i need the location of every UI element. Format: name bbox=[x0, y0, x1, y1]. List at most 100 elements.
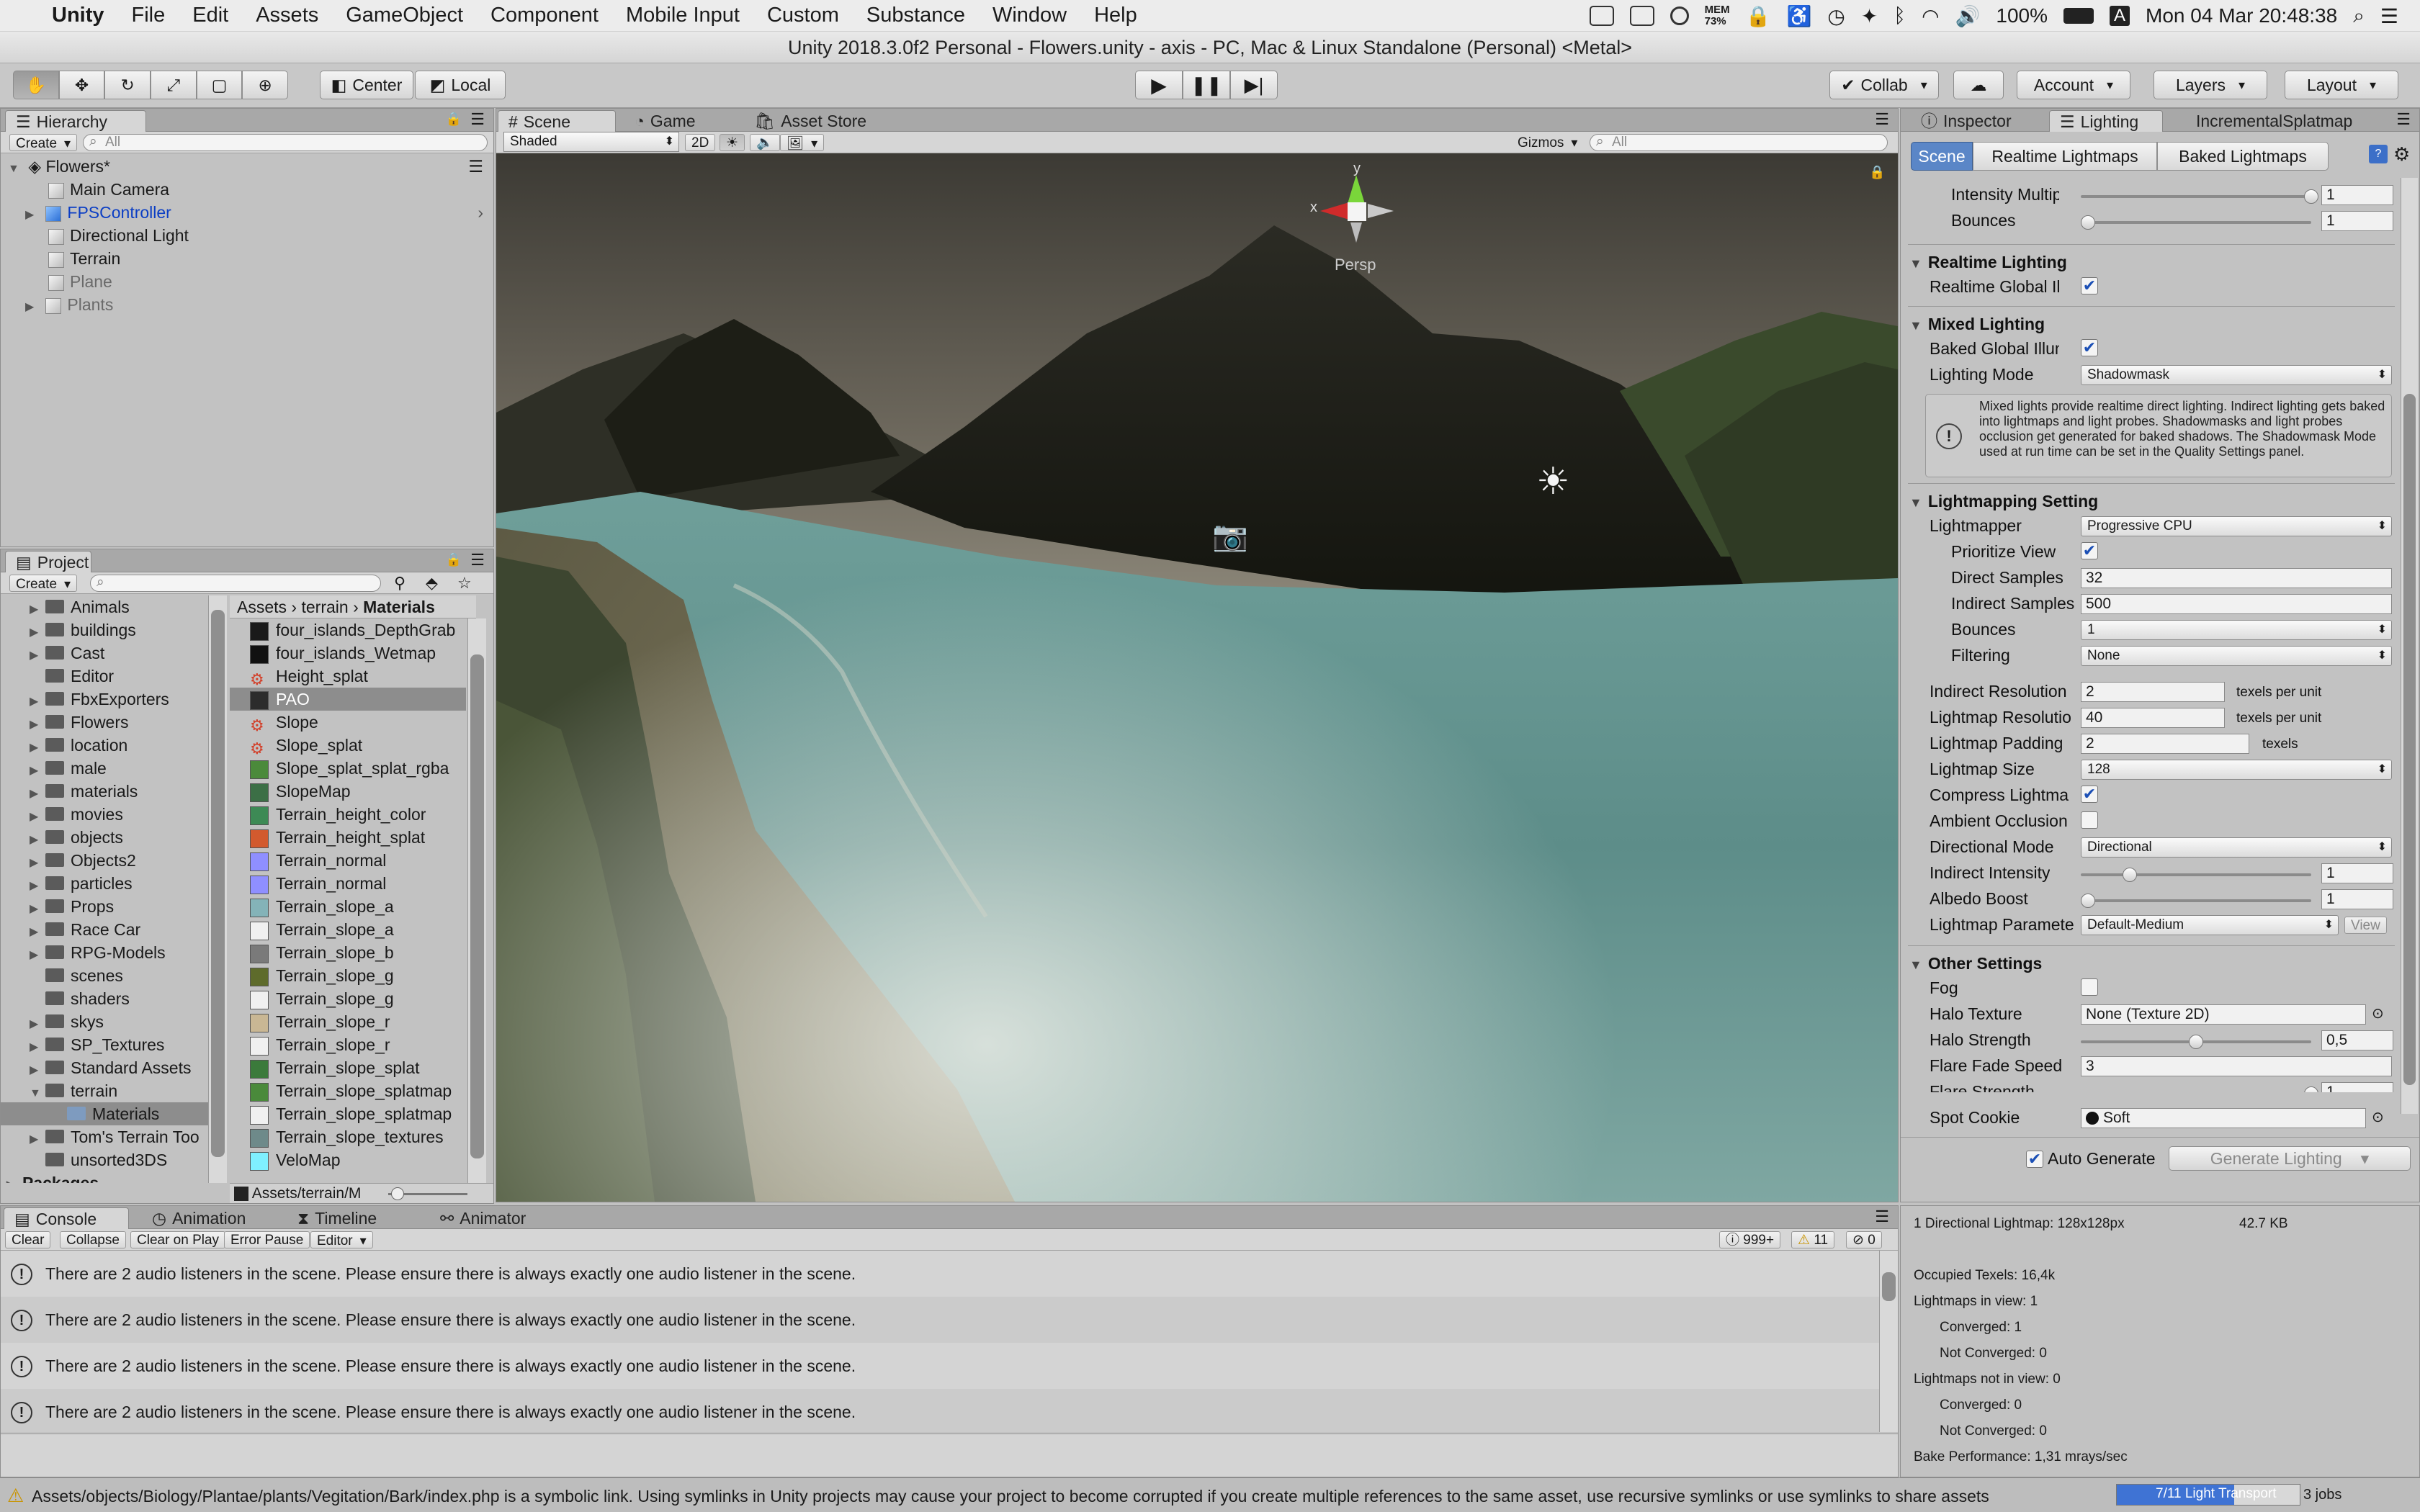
lock-icon[interactable]: 🔒 bbox=[1746, 4, 1771, 28]
filtering-dropdown[interactable]: None bbox=[2081, 646, 2392, 666]
realtime-gi-checkbox[interactable]: ✔ bbox=[2081, 277, 2098, 294]
panel-menu-icon[interactable]: ☰ bbox=[1875, 1207, 1889, 1226]
chevron-right-icon[interactable]: ▶ bbox=[6, 1174, 22, 1183]
axis-z-cone-icon[interactable] bbox=[1368, 204, 1394, 218]
menu-gameobject[interactable]: GameObject bbox=[332, 4, 477, 27]
bluetooth-icon[interactable]: ᛒ bbox=[1894, 4, 1906, 27]
asset-item[interactable]: Terrain_slope_g bbox=[230, 987, 466, 1010]
bounces-dropdown[interactable]: 1 bbox=[2081, 620, 2392, 640]
2d-toggle[interactable]: 2D bbox=[685, 134, 716, 151]
lightmapping-settings-header[interactable]: Lightmapping Setting bbox=[1909, 492, 2098, 511]
asset-item[interactable]: Terrain_slope_b bbox=[230, 941, 466, 964]
thumbnail-size-slider[interactable] bbox=[388, 1187, 467, 1200]
folder-item[interactable]: ▶ particles bbox=[1, 872, 210, 895]
mixed-lighting-header[interactable]: Mixed Lighting bbox=[1909, 315, 2045, 334]
slider-knob[interactable] bbox=[2123, 868, 2137, 882]
folder-item[interactable]: ▶ materials bbox=[1, 780, 210, 803]
console-error-pause-button[interactable]: Error Pause bbox=[224, 1231, 310, 1248]
asset-item[interactable]: VeloMap bbox=[230, 1148, 466, 1171]
axis-x-cone-icon[interactable] bbox=[1320, 202, 1349, 220]
cloud-button[interactable]: ☁ bbox=[1953, 71, 2004, 99]
menu-custom[interactable]: Custom bbox=[753, 4, 853, 27]
volume-icon[interactable]: 🔊 bbox=[1955, 4, 1981, 28]
folder-item[interactable]: ▶ Tom's Terrain Too bbox=[1, 1125, 210, 1148]
asset-item[interactable]: Slope_splat_splat_rgba bbox=[230, 757, 466, 780]
lightmap-resolution-field[interactable]: 40 bbox=[2081, 708, 2225, 728]
flare-strength-field[interactable]: 1 bbox=[2321, 1082, 2393, 1092]
battery-icon[interactable] bbox=[2063, 8, 2094, 24]
scale-tool-button[interactable]: ⤢ bbox=[151, 71, 197, 99]
project-create-button[interactable]: Create bbox=[9, 575, 78, 592]
breadcrumb-assets[interactable]: Assets bbox=[237, 598, 287, 616]
asset-item[interactable]: Terrain_normal bbox=[230, 849, 466, 872]
tab-inspector[interactable]: ⓘ Inspector bbox=[1911, 110, 2022, 132]
breadcrumb-terrain[interactable]: terrain bbox=[301, 598, 348, 616]
indirect-intensity-field[interactable]: 1 bbox=[2321, 863, 2393, 883]
halo-texture-field[interactable]: None (Texture 2D) bbox=[2081, 1004, 2366, 1025]
console-clear-button[interactable]: Clear bbox=[5, 1231, 51, 1248]
console-collapse-button[interactable]: Collapse bbox=[60, 1231, 126, 1248]
folder-item[interactable]: ▶ Props bbox=[1, 895, 210, 918]
hierarchy-item-main-camera[interactable]: Main Camera bbox=[1, 178, 493, 201]
console-warning-filter[interactable]: ⚠ 11 bbox=[1791, 1231, 1835, 1248]
rotate-tool-button[interactable]: ↻ bbox=[104, 71, 151, 99]
lightmap-parameters-dropdown[interactable]: Default-Medium bbox=[2081, 915, 2339, 935]
lightmap-size-dropdown[interactable]: 128 bbox=[2081, 760, 2392, 780]
asset-item[interactable]: Terrain_height_color bbox=[230, 803, 466, 826]
lighting-help-icon[interactable]: ? bbox=[2369, 145, 2388, 163]
menu-help[interactable]: Help bbox=[1080, 4, 1151, 27]
tab-asset-store[interactable]: 🛍 Asset Store bbox=[744, 110, 877, 132]
direct-samples-field[interactable]: 32 bbox=[2081, 568, 2392, 588]
asset-item[interactable]: SlopeMap bbox=[230, 780, 466, 803]
slider-knob[interactable] bbox=[2189, 1035, 2203, 1049]
console-editor-dropdown[interactable]: Editor bbox=[310, 1231, 373, 1248]
tab-lighting[interactable]: ☰ Lighting bbox=[2049, 110, 2163, 132]
move-tool-button[interactable]: ✥ bbox=[58, 71, 105, 99]
clock-status-icon[interactable] bbox=[1670, 6, 1689, 25]
scrollbar-thumb[interactable] bbox=[470, 654, 484, 1158]
indirect-resolution-field[interactable]: 2 bbox=[2081, 682, 2225, 702]
slider-knob[interactable] bbox=[2304, 1086, 2318, 1092]
filter-label-icon[interactable]: ⬘ bbox=[426, 574, 438, 593]
tab-timeline[interactable]: ⧗ Timeline bbox=[287, 1207, 387, 1229]
albedo-boost-slider[interactable] bbox=[2081, 894, 2311, 908]
folder-item[interactable]: shaders bbox=[1, 987, 210, 1010]
menu-edit[interactable]: Edit bbox=[179, 4, 242, 27]
folder-item[interactable]: ▶ Animals bbox=[1, 595, 210, 618]
scene-search-input[interactable]: All bbox=[1590, 134, 1888, 151]
asset-item[interactable]: ⚙ Slope_splat bbox=[230, 734, 466, 757]
folder-item[interactable]: ▶ objects bbox=[1, 826, 210, 849]
console-clear-on-play-button[interactable]: Clear on Play bbox=[130, 1231, 226, 1248]
control-list-icon[interactable]: ☰ bbox=[2380, 4, 2398, 28]
tab-console[interactable]: ▤ Console bbox=[4, 1207, 129, 1229]
menubar-clock[interactable]: Mon 04 Mar 20:48:38 bbox=[2146, 4, 2337, 27]
directional-light-gizmo-icon[interactable]: ☀ bbox=[1536, 460, 1570, 503]
shading-mode-dropdown[interactable]: Shaded bbox=[503, 132, 679, 152]
folder-item[interactable]: Editor bbox=[1, 665, 210, 688]
subtab-scene[interactable]: Scene bbox=[1911, 142, 1973, 171]
env-bounces-slider[interactable] bbox=[2081, 215, 2311, 230]
console-log-entry[interactable]: ! There are 2 audio listeners in the scen… bbox=[1, 1343, 1879, 1389]
directional-mode-dropdown[interactable]: Directional bbox=[2081, 837, 2392, 858]
bake-progress-bar[interactable]: 7/11 Light Transport bbox=[2116, 1484, 2300, 1506]
folder-item[interactable]: ▶ Race Car bbox=[1, 918, 210, 941]
scene-viewport[interactable]: y x Persp 🔒 📷 ☀ bbox=[496, 153, 1898, 1202]
menu-window[interactable]: Window bbox=[979, 4, 1080, 27]
hierarchy-item-plants[interactable]: ▶ Plants bbox=[1, 293, 493, 316]
prefab-open-icon[interactable]: › bbox=[478, 201, 483, 224]
lock-icon[interactable]: 🔒 bbox=[446, 552, 462, 567]
folder-item[interactable]: ▶ Flowers bbox=[1, 711, 210, 734]
indirect-intensity-slider[interactable] bbox=[2081, 868, 2311, 882]
tab-incremental-splatmap[interactable]: IncrementalSplatmap bbox=[2186, 110, 2362, 132]
scene-effects-dropdown[interactable]: 🖼 bbox=[780, 134, 825, 151]
status-message[interactable]: Assets/objects/Biology/Plantae/plants/Ve… bbox=[32, 1487, 2106, 1506]
lightmap-padding-field[interactable]: 2 bbox=[2081, 734, 2249, 754]
object-picker-icon[interactable]: ⊙ bbox=[2372, 1108, 2384, 1126]
persp-label[interactable]: Persp bbox=[1335, 256, 1376, 274]
halo-strength-field[interactable]: 0,5 bbox=[2321, 1030, 2393, 1050]
pause-button[interactable]: ❚❚ bbox=[1183, 71, 1230, 99]
folder-item[interactable]: ▶ movies bbox=[1, 803, 210, 826]
axis-center-cube-icon[interactable] bbox=[1348, 202, 1366, 221]
breadcrumb-materials[interactable]: Materials bbox=[363, 598, 435, 616]
hierarchy-search-input[interactable]: All bbox=[83, 134, 488, 151]
